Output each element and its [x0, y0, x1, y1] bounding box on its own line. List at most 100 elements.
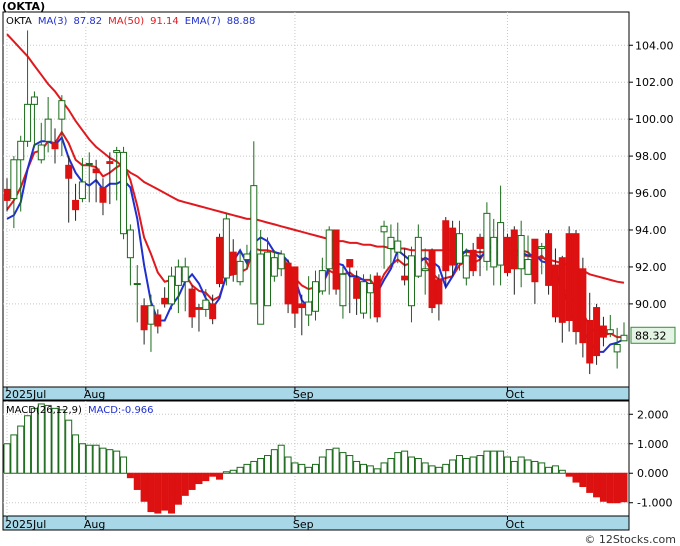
macd-bar: [551, 465, 559, 474]
candle-body: [613, 344, 621, 353]
macd-legend-item: MACD(26,12,9): [6, 405, 82, 416]
macd-bar: [92, 444, 100, 474]
macd-bar: [30, 407, 38, 474]
candle-body: [545, 233, 553, 286]
candle-body: [209, 303, 217, 320]
macd-bar: [51, 407, 59, 474]
candle-body: [455, 233, 463, 264]
macd-bar: [421, 462, 429, 474]
candle-body: [380, 225, 388, 233]
macd-bar: [401, 450, 409, 474]
macd-bar: [517, 456, 525, 474]
macd-tick-label: -1.000: [637, 497, 672, 510]
candle-body: [442, 220, 450, 272]
candle-body: [126, 229, 134, 259]
candle-body: [168, 275, 176, 305]
price-date-label: Aug: [84, 388, 105, 401]
candle-body: [524, 259, 532, 275]
candle-body: [538, 246, 546, 249]
macd-bar: [613, 472, 621, 504]
macd-bar: [10, 434, 18, 474]
legend-item: 87.82: [73, 16, 102, 27]
candle-body: [195, 307, 203, 310]
candle-body: [551, 264, 559, 318]
candle-body: [593, 307, 601, 357]
macd-bar: [195, 472, 203, 485]
macd-bar: [291, 462, 299, 474]
macd-bar: [572, 472, 580, 483]
candle-body: [277, 253, 285, 270]
macd-bar: [312, 463, 319, 474]
macd-bar: [414, 458, 422, 474]
macd-date-label: Sep: [293, 518, 314, 531]
candle-body: [353, 277, 361, 299]
macd-bar: [17, 425, 25, 474]
macd-bar: [174, 472, 182, 505]
candle-body: [85, 162, 93, 165]
macd-bar: [565, 472, 573, 477]
macd-bar: [168, 472, 176, 514]
macd-bar: [490, 450, 498, 474]
macd-bar: [99, 447, 107, 474]
macd-bar: [346, 455, 354, 474]
macd-bar: [284, 456, 292, 474]
macd-bar: [126, 472, 134, 479]
candle-body: [483, 212, 491, 262]
candle-body: [270, 257, 278, 277]
legend-item: MA(3): [38, 16, 68, 27]
candle-body: [469, 249, 477, 272]
macd-bar: [503, 456, 511, 474]
candle-body: [325, 229, 333, 270]
candle-body: [373, 275, 381, 318]
macd-bar: [353, 460, 361, 474]
candle-body: [490, 236, 498, 268]
price-tick-label: 90.00: [635, 298, 667, 311]
macd-date-label: Aug: [84, 518, 105, 531]
candle-body: [65, 164, 73, 179]
candle-body: [476, 236, 484, 249]
legend-item: 91.14: [150, 16, 179, 27]
macd-bar: [222, 471, 230, 474]
candle-body: [435, 279, 443, 305]
candle-body: [44, 118, 52, 142]
candle-body: [312, 281, 319, 312]
macd-bar: [243, 463, 251, 474]
macd-bar: [620, 472, 628, 503]
candle-body: [531, 238, 539, 283]
macd-bar: [147, 472, 155, 513]
macd-bar: [469, 456, 477, 474]
macd-bar: [366, 465, 374, 474]
candle-body: [497, 222, 505, 266]
candle-body: [24, 103, 32, 142]
macd-bar: [387, 458, 395, 474]
macd-bar: [305, 466, 313, 474]
candle-body: [154, 314, 162, 327]
stock-chart: 90.00 92.00 94.00 96.00 98.00 100.00 102.00 104…: [2, 0, 676, 546]
candle-body: [291, 266, 299, 314]
macd-bar: [24, 415, 32, 474]
macd-bar: [380, 462, 388, 474]
macd-bar: [78, 443, 86, 474]
candle-body: [37, 144, 45, 161]
legend-item: OKTA: [6, 16, 32, 27]
candle-body: [202, 299, 210, 310]
macd-bar: [229, 469, 237, 474]
macd-bar: [394, 452, 402, 474]
candle-body: [10, 159, 18, 200]
candle-body: [72, 199, 80, 211]
candle-body: [449, 227, 457, 266]
macd-bar: [65, 419, 73, 474]
ticker-label: (OKTA): [2, 0, 45, 13]
legend-item: 88.88: [227, 16, 256, 27]
macd-bar: [510, 460, 518, 474]
macd-bar: [545, 466, 553, 474]
macd-bar: [325, 449, 333, 474]
price-tick-label: 98.00: [635, 150, 667, 163]
candle-body: [78, 181, 86, 200]
macd-bar: [72, 434, 80, 474]
candle-body: [579, 268, 587, 344]
macd-bar: [58, 409, 66, 474]
price-tick-label: 100.00: [635, 113, 674, 126]
macd-bar: [133, 472, 141, 490]
candle-body: [264, 251, 272, 307]
